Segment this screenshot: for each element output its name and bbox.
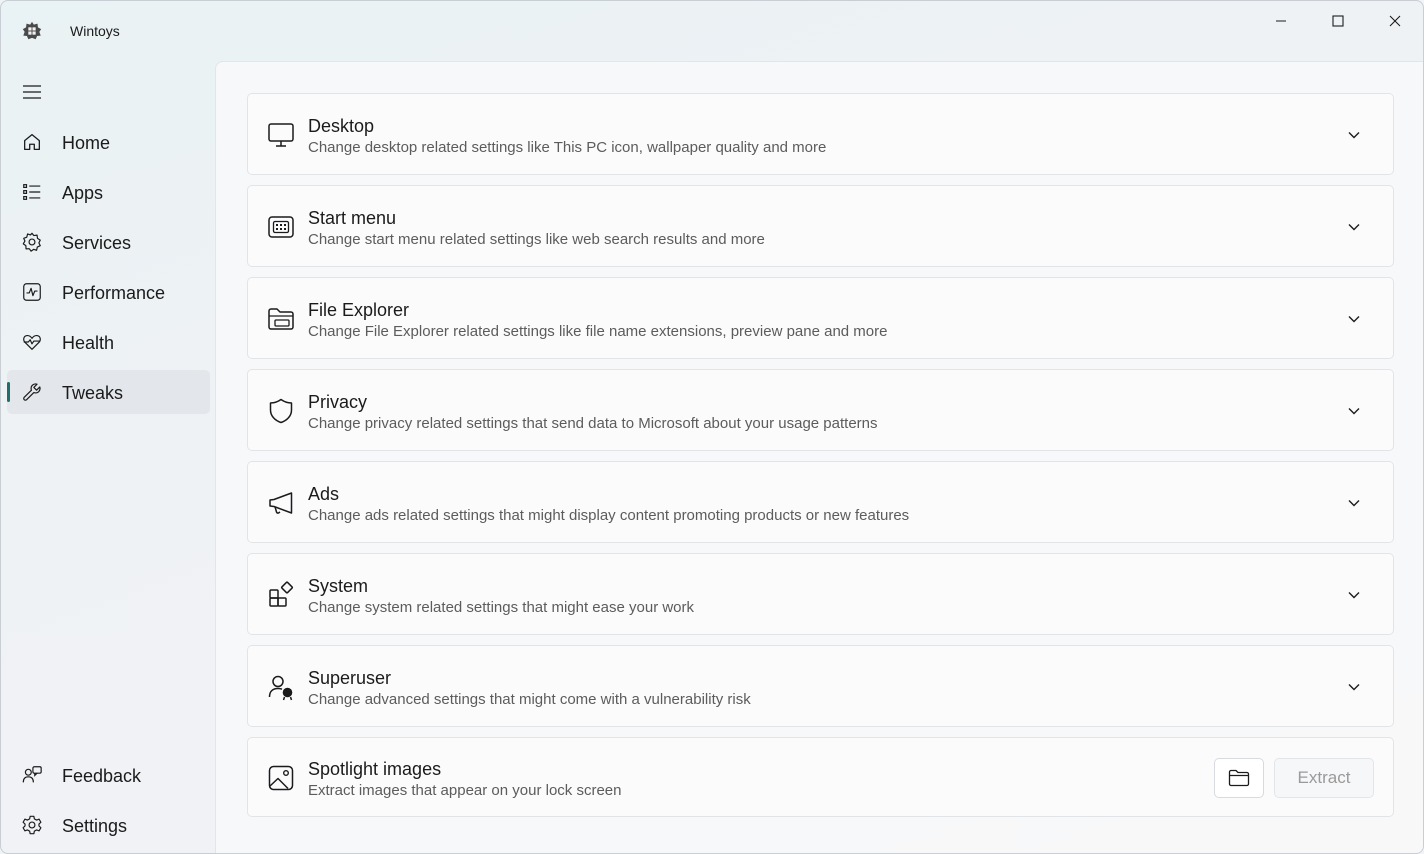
title-bar[interactable]: Wintoys bbox=[1, 1, 1423, 61]
start-menu-icon bbox=[268, 216, 294, 238]
sidebar-item-tweaks[interactable]: Tweaks bbox=[7, 370, 210, 414]
card-title: Start menu bbox=[308, 208, 397, 228]
close-icon bbox=[1389, 15, 1401, 27]
sidebar-item-performance[interactable]: Performance bbox=[7, 270, 210, 314]
minimize-button[interactable] bbox=[1253, 1, 1309, 41]
megaphone-icon bbox=[269, 492, 293, 514]
card-superuser[interactable]: Superuser Change advanced settings that … bbox=[247, 645, 1394, 727]
image-icon bbox=[268, 765, 294, 791]
card-desktop[interactable]: Desktop Change desktop related settings … bbox=[247, 93, 1394, 175]
sidebar-item-label: Home bbox=[62, 133, 111, 153]
maximize-icon bbox=[1332, 15, 1344, 27]
close-button[interactable] bbox=[1367, 1, 1423, 41]
sidebar-item-health[interactable]: Health bbox=[7, 320, 210, 364]
card-title: Superuser bbox=[308, 668, 392, 688]
window-title: Wintoys bbox=[70, 23, 120, 39]
card-title: File Explorer bbox=[308, 300, 410, 320]
desktop-monitor-icon bbox=[268, 123, 294, 147]
tweaks-page: Desktop Change desktop related settings … bbox=[215, 61, 1423, 853]
sidebar-item-label: Apps bbox=[62, 183, 104, 203]
home-icon bbox=[24, 134, 40, 150]
sidebar-item-label: Health bbox=[62, 333, 115, 353]
card-ads[interactable]: Ads Change ads related settings that mig… bbox=[247, 461, 1394, 543]
sidebar-item-label: Feedback bbox=[62, 766, 142, 786]
superuser-icon bbox=[268, 675, 293, 701]
settings-gear-icon bbox=[22, 815, 42, 835]
app-window: Wintoys Home Apps Services Performance H… bbox=[0, 0, 1424, 854]
open-folder-button[interactable] bbox=[1214, 758, 1264, 798]
sidebar-item-label: Services bbox=[62, 233, 132, 253]
feedback-people-icon bbox=[22, 766, 42, 783]
services-gear-icon bbox=[22, 232, 41, 252]
sidebar-item-home[interactable]: Home bbox=[7, 120, 210, 164]
chevron-down-icon[interactable] bbox=[1344, 585, 1364, 605]
folder-icon bbox=[1228, 769, 1250, 787]
app-logo-icon bbox=[22, 21, 42, 40]
card-description: Change desktop related settings like Thi… bbox=[308, 139, 827, 156]
menu-toggle-button[interactable] bbox=[19, 79, 45, 105]
card-title: Privacy bbox=[308, 392, 368, 412]
sidebar-item-label: Tweaks bbox=[62, 383, 124, 403]
sidebar-item-apps[interactable]: Apps bbox=[7, 170, 210, 214]
card-description: Change start menu related settings like … bbox=[308, 231, 765, 248]
minimize-icon bbox=[1276, 20, 1286, 22]
card-file-explorer[interactable]: File Explorer Change File Explorer relat… bbox=[247, 277, 1394, 359]
card-title: Spotlight images bbox=[308, 759, 442, 779]
performance-pulse-icon bbox=[23, 283, 41, 301]
selection-indicator bbox=[7, 382, 10, 402]
sidebar-item-feedback[interactable]: Feedback bbox=[7, 753, 210, 797]
sidebar-item-services[interactable]: Services bbox=[7, 220, 210, 264]
card-privacy[interactable]: Privacy Change privacy related settings … bbox=[247, 369, 1394, 451]
apps-list-icon bbox=[23, 184, 41, 200]
card-start-menu[interactable]: Start menu Change start menu related set… bbox=[247, 185, 1394, 267]
chevron-down-icon[interactable] bbox=[1344, 217, 1364, 237]
card-title: Desktop bbox=[308, 116, 375, 136]
chevron-down-icon[interactable] bbox=[1344, 309, 1364, 329]
system-apps-icon bbox=[269, 581, 293, 607]
sidebar-item-settings[interactable]: Settings bbox=[7, 803, 210, 847]
card-description: Change ads related settings that might d… bbox=[308, 507, 910, 524]
card-description: Change system related settings that migh… bbox=[308, 599, 695, 616]
chevron-down-icon[interactable] bbox=[1344, 493, 1364, 513]
chevron-down-icon[interactable] bbox=[1344, 677, 1364, 697]
card-description: Extract images that appear on your lock … bbox=[308, 782, 622, 799]
extract-button[interactable]: Extract bbox=[1274, 758, 1374, 798]
chevron-down-icon[interactable] bbox=[1344, 125, 1364, 145]
hamburger-icon bbox=[23, 85, 41, 99]
card-description: Change advanced settings that might come… bbox=[308, 691, 751, 708]
sidebar-item-label: Performance bbox=[62, 283, 166, 303]
heart-pulse-icon bbox=[23, 334, 41, 350]
card-spotlight-images: Spotlight images Extract images that app… bbox=[247, 737, 1394, 817]
maximize-button[interactable] bbox=[1310, 1, 1366, 41]
card-system[interactable]: System Change system related settings th… bbox=[247, 553, 1394, 635]
folder-open-icon bbox=[268, 308, 294, 330]
card-description: Change File Explorer related settings li… bbox=[308, 323, 888, 340]
card-title: Ads bbox=[308, 484, 340, 504]
shield-icon bbox=[269, 398, 293, 424]
card-description: Change privacy related settings that sen… bbox=[308, 415, 878, 432]
wrench-icon bbox=[23, 383, 41, 401]
card-title: System bbox=[308, 576, 369, 596]
sidebar-item-label: Settings bbox=[62, 816, 128, 836]
chevron-down-icon[interactable] bbox=[1344, 401, 1364, 421]
